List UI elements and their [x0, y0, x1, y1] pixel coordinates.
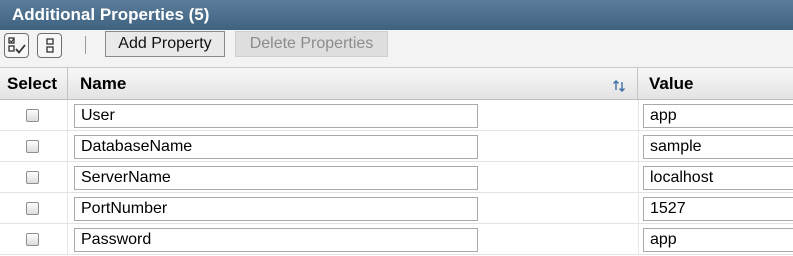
property-name-input[interactable]: PortNumber	[74, 197, 478, 221]
row-select-checkbox[interactable]	[26, 233, 39, 246]
property-value-input[interactable]: sample	[643, 135, 793, 159]
property-value-input[interactable]: localhost	[643, 166, 793, 190]
header-name[interactable]: Name	[68, 68, 638, 99]
deselect-all-icon[interactable]	[37, 33, 62, 58]
table-header: Select Name Value	[0, 68, 793, 100]
delete-properties-button[interactable]: Delete Properties	[235, 31, 388, 57]
row-select-checkbox[interactable]	[26, 202, 39, 215]
toolbar: Add Property Delete Properties	[0, 30, 793, 68]
sort-icon[interactable]	[612, 80, 626, 92]
property-value-input[interactable]: app	[643, 104, 793, 128]
select-all-icon[interactable]	[4, 33, 29, 58]
add-property-button[interactable]: Add Property	[105, 31, 225, 57]
row-select-checkbox[interactable]	[26, 171, 39, 184]
table-row: Password app	[0, 224, 793, 255]
header-select: Select	[0, 68, 68, 99]
property-name-input[interactable]: DatabaseName	[74, 135, 478, 159]
property-name-input[interactable]: User	[74, 104, 478, 128]
property-value-input[interactable]: app	[643, 228, 793, 252]
toolbar-separator	[85, 36, 86, 54]
panel-title: Additional Properties (5)	[0, 0, 793, 30]
header-value[interactable]: Value	[638, 68, 793, 99]
property-name-input[interactable]: ServerName	[74, 166, 478, 190]
property-value-input[interactable]: 1527	[643, 197, 793, 221]
table-row: ServerName localhost	[0, 162, 793, 193]
table-row: User app	[0, 100, 793, 131]
row-select-checkbox[interactable]	[26, 109, 39, 122]
table-row: DatabaseName sample	[0, 131, 793, 162]
property-name-input[interactable]: Password	[74, 228, 478, 252]
table-row: PortNumber 1527	[0, 193, 793, 224]
row-select-checkbox[interactable]	[26, 140, 39, 153]
